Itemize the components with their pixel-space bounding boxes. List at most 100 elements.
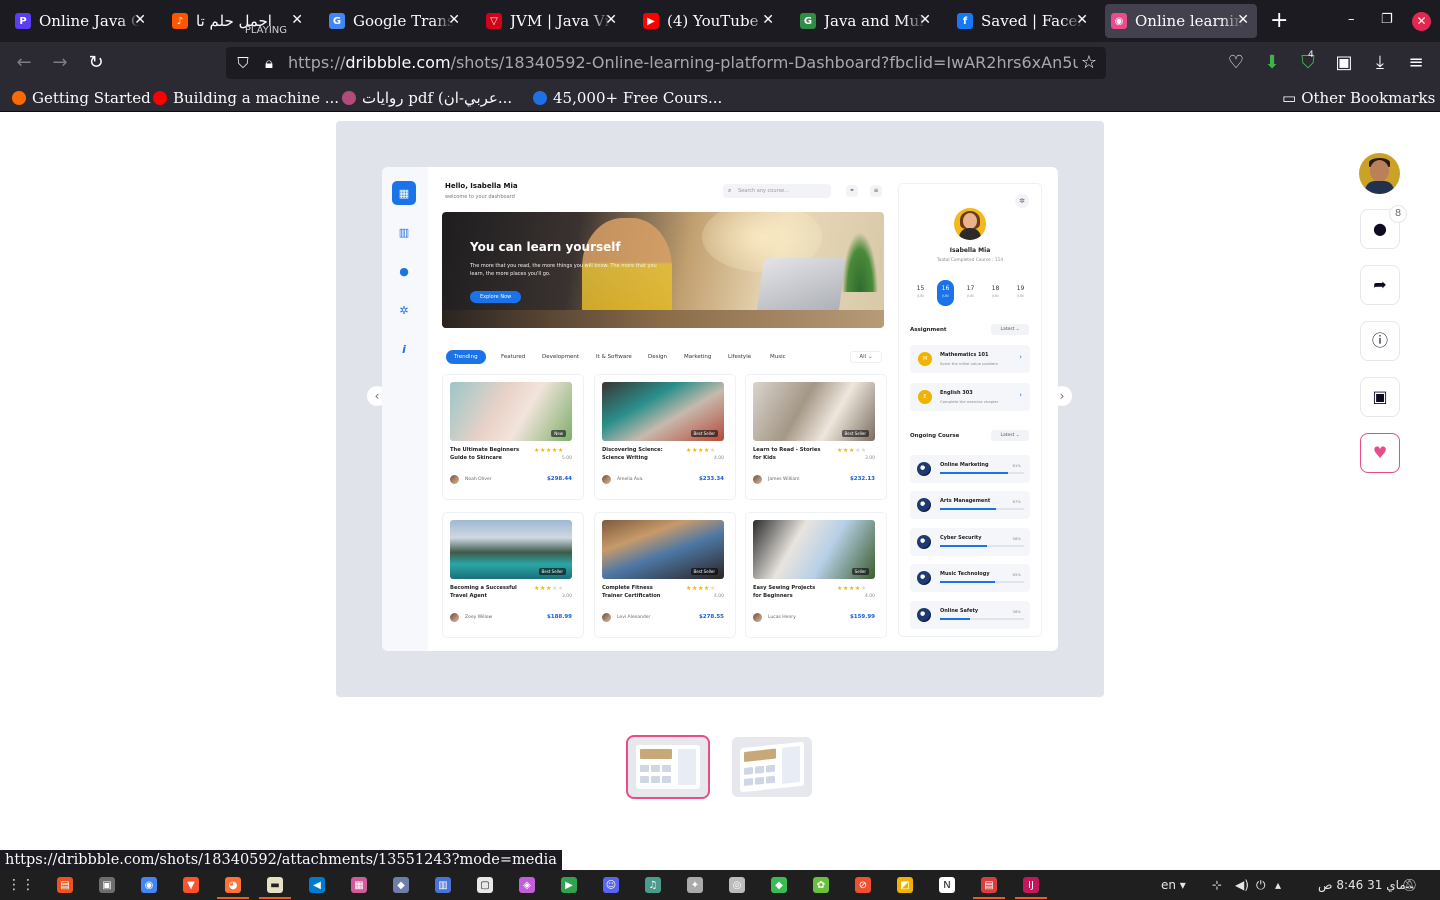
close-tab-icon[interactable]: ✕ — [1076, 12, 1088, 28]
browser-tab[interactable]: ▽ JVM | Java Virtual✕ — [480, 4, 625, 38]
course-search-input[interactable]: ⌕ Search any course... — [723, 184, 831, 198]
taskbar-app-icon[interactable]: ◕ — [225, 877, 241, 893]
reload-icon[interactable]: ↻ — [85, 52, 107, 74]
app-grid-icon[interactable]: ⋮⋮ — [7, 877, 35, 893]
book-icon[interactable]: ▥ — [392, 220, 416, 244]
shot-thumbnail-2[interactable] — [732, 737, 812, 797]
taskbar-app-icon[interactable]: ▣ — [99, 877, 115, 893]
url-text[interactable]: https://dribbble.com/shots/18340592-Onli… — [288, 53, 1078, 72]
screenshot-icon[interactable]: ▣ — [1333, 52, 1355, 74]
taskbar-app-icon[interactable]: ✿ — [813, 877, 829, 893]
maximize-button[interactable]: ❐ — [1381, 12, 1393, 27]
add-to-collection-icon[interactable]: ▣ — [1360, 377, 1400, 417]
ongoing-course-item[interactable]: Cyber Security 56% — [910, 528, 1030, 556]
bookmark-item[interactable]: Building a machine ... — [153, 87, 339, 109]
ongoing-course-item[interactable]: Music Technology 65% — [910, 564, 1030, 592]
power-icon[interactable]: ⏻ — [1256, 878, 1266, 893]
bookmark-item[interactable]: 45,000+ Free Cours... — [533, 87, 722, 109]
filter-tab[interactable]: Design — [648, 354, 667, 360]
course-card[interactable]: New The Ultimate Beginners Guide to Skinc… — [443, 375, 583, 499]
shot-thumbnail-1[interactable] — [628, 737, 708, 797]
close-tab-icon[interactable]: ✕ — [134, 12, 146, 28]
course-card[interactable]: Best Seller Discovering Science: Science … — [595, 375, 735, 499]
course-card[interactable]: Best Seller Becoming a Successful Travel … — [443, 513, 583, 637]
browser-tab[interactable]: G Java and Multithreading✕ — [794, 4, 939, 38]
taskbar-app-icon[interactable]: ▤ — [981, 877, 997, 893]
date-pill[interactable]: 19 JUN — [1012, 280, 1029, 306]
assignment-item[interactable]: M Mathematics 101 Solve the initial value … — [910, 345, 1030, 373]
forward-arrow-icon[interactable]: → — [49, 52, 71, 74]
share-icon[interactable]: ➦ — [1360, 265, 1400, 305]
filter-tab[interactable]: Music — [770, 354, 786, 360]
info-icon[interactable]: ⓘ — [1360, 321, 1400, 361]
close-tab-icon[interactable]: ✕ — [762, 12, 774, 28]
browser-tab[interactable]: P Online Java Compiler✕ — [9, 4, 154, 38]
designer-avatar[interactable] — [1359, 153, 1400, 194]
taskbar-app-icon[interactable]: ▦ — [351, 877, 367, 893]
browser-tab[interactable]: G Google Translate✕ — [323, 4, 468, 38]
link-icon[interactable]: ⚭ — [846, 185, 858, 197]
course-card[interactable]: Best Seller Complete Fitness Trainer Cert… — [595, 513, 735, 637]
filter-tab[interactable]: Marketing — [684, 354, 711, 360]
gear-icon[interactable]: ✲ — [392, 298, 416, 322]
heart-icon[interactable]: ♥ — [1360, 433, 1400, 473]
url-bar[interactable]: ⛉ 🔒︎ https://dribbble.com/shots/18340592… — [226, 47, 1106, 79]
ongoing-course-item[interactable]: Arts Management 67% — [910, 491, 1030, 519]
filter-tab[interactable]: Development — [542, 354, 579, 360]
taskbar-app-icon[interactable]: ▬ — [267, 877, 283, 893]
browser-tab[interactable]: f Saved | Facebook✕ — [951, 4, 1096, 38]
lock-icon[interactable]: 🔒︎ — [258, 52, 280, 74]
network-icon[interactable]: ⊹ — [1212, 878, 1222, 892]
filter-tab[interactable]: Featured — [501, 354, 525, 360]
taskbar-app-icon[interactable]: ▼ — [183, 877, 199, 893]
browser-tab[interactable]: ▶ (4) YouTube ✕ — [637, 4, 782, 38]
taskbar-app-icon[interactable]: ▶ — [561, 877, 577, 893]
taskbar-app-icon[interactable]: ⊘ — [855, 877, 871, 893]
close-tab-icon[interactable]: ✕ — [448, 12, 460, 28]
chevron-right-icon[interactable]: › — [1019, 353, 1022, 361]
course-card[interactable]: Seller Easy Sewing Projects for Beginners… — [746, 513, 886, 637]
ongoing-course-item[interactable]: Online Marketing 81% — [910, 455, 1030, 483]
pocket-icon[interactable]: ♡ — [1225, 52, 1247, 74]
extension-download-icon[interactable]: ⬇ — [1261, 52, 1283, 74]
bookmark-item[interactable]: روايات pdf (عربي-ان... — [342, 87, 512, 109]
bookmark-item[interactable]: Getting Started — [12, 87, 151, 109]
other-bookmarks-folder[interactable]: ▭ Other Bookmarks — [1282, 87, 1435, 109]
taskbar-app-icon[interactable]: ☺ — [603, 877, 619, 893]
bookmark-star-icon[interactable]: ☆ — [1078, 52, 1100, 74]
browser-tab[interactable]: ♪ احمل حلم تا ✕ PLAYING — [166, 4, 311, 38]
taskbar-app-icon[interactable]: IJ — [1023, 877, 1039, 893]
taskbar-app-icon[interactable]: ◩ — [897, 877, 913, 893]
filter-tab[interactable]: It & Software — [596, 354, 632, 360]
volume-icon[interactable]: ◀) — [1235, 878, 1249, 892]
assignment-filter-dropdown[interactable]: Latest ⌄ — [991, 324, 1029, 335]
tray-expand-icon[interactable]: ▴ — [1275, 878, 1281, 892]
download-icon[interactable]: ⤓ — [1369, 52, 1391, 74]
chat-icon[interactable]: ● — [392, 259, 416, 283]
taskbar-app-icon[interactable]: N — [939, 877, 955, 893]
close-tab-icon[interactable]: ✕ — [919, 12, 931, 28]
close-tab-icon[interactable]: ✕ — [605, 12, 617, 28]
all-filter-dropdown[interactable]: All ⌄ — [850, 351, 882, 363]
browser-tab[interactable]: ◉ Online learning platform✕ — [1105, 4, 1257, 38]
taskbar-app-icon[interactable]: ▥ — [435, 877, 451, 893]
keyboard-language[interactable]: en ▾ — [1161, 878, 1186, 892]
course-card[interactable]: Best Seller Learn to Read - Stories for K… — [746, 375, 886, 499]
info-icon[interactable]: i — [392, 337, 416, 361]
taskbar-app-icon[interactable]: ▢ — [477, 877, 493, 893]
assignment-item[interactable]: E English 303 Complete the exercise chapte… — [910, 383, 1030, 411]
new-tab-button[interactable]: + — [1270, 10, 1288, 32]
taskbar-app-icon[interactable]: ◉ — [141, 877, 157, 893]
date-pill[interactable]: 18 JUN — [987, 280, 1004, 306]
taskbar-app-icon[interactable]: ◀ — [309, 877, 325, 893]
date-pill[interactable]: 16 JUN — [937, 280, 954, 306]
notifications-off-icon[interactable]: 🔕︎ — [1402, 878, 1417, 892]
taskbar-app-icon[interactable]: ◎ — [729, 877, 745, 893]
settings-gear-icon[interactable]: ✲ — [1015, 194, 1029, 208]
hamburger-menu-icon[interactable]: ≡ — [1405, 52, 1427, 74]
minimize-button[interactable]: – — [1348, 12, 1355, 27]
date-pill[interactable]: 15 JUN — [912, 280, 929, 306]
ongoing-filter-dropdown[interactable]: Latest ⌄ — [991, 430, 1029, 441]
taskbar-app-icon[interactable]: ✦ — [687, 877, 703, 893]
back-arrow-icon[interactable]: ← — [13, 52, 35, 74]
